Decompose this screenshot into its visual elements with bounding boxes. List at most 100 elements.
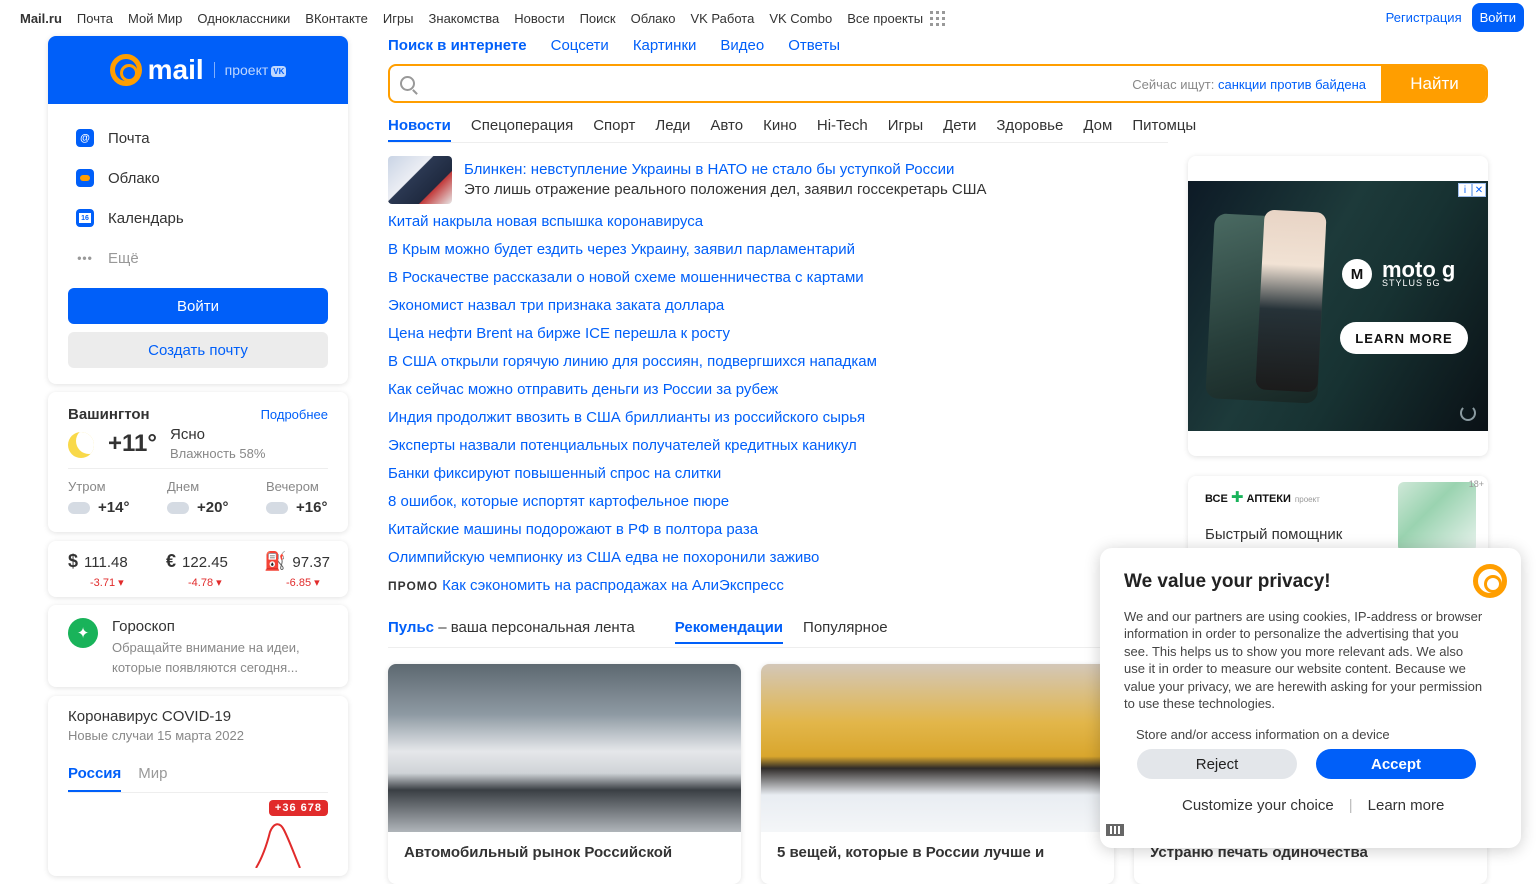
tab-recommendations[interactable]: Рекомендации: [674, 619, 784, 644]
logo-text: mail: [147, 54, 204, 85]
tab-social-search[interactable]: Соцсети: [551, 37, 609, 54]
news-item[interactable]: В Роскачестве рассказали о новой схеме м…: [388, 268, 877, 296]
moto-ad[interactable]: M moto g STYLUS 5G LEARN MORE i ✕: [1188, 156, 1488, 456]
weather-morning: Утром +14°: [68, 479, 129, 516]
search-button[interactable]: Найти: [1381, 66, 1486, 101]
rate-value: 122.45: [182, 554, 228, 571]
tab-image-search[interactable]: Картинки: [633, 37, 697, 54]
covid-new-cases-badge: +36 678: [268, 800, 328, 816]
top-news-title[interactable]: Блинкен: невступление Украины в НАТО не …: [464, 161, 954, 178]
news-item[interactable]: В США открыли горячую линию для россиян,…: [388, 352, 877, 380]
weather-humidity: Влажность 58%: [170, 446, 266, 461]
service-mail[interactable]: @ Почта: [76, 118, 348, 158]
search-trending-hint: Сейчас ищут: санкции против байдена: [1132, 77, 1366, 92]
partly-cloudy-icon: [68, 495, 92, 514]
nav-moy-mir[interactable]: Мой Мир: [128, 11, 182, 26]
news-tab[interactable]: Авто: [710, 117, 743, 142]
close-icon[interactable]: ✕: [1472, 183, 1486, 197]
learn-more-link[interactable]: Learn more: [1368, 797, 1445, 814]
service-label: Ещё: [108, 249, 139, 267]
apps-grid-icon[interactable]: [930, 10, 946, 26]
news-item[interactable]: Как сейчас можно отправить деньги из Рос…: [388, 380, 877, 408]
nav-poisk[interactable]: Поиск: [580, 11, 616, 26]
news-item[interactable]: 8 ошибок, которые испортят картофельное …: [388, 492, 877, 520]
moto-ad-banner[interactable]: M moto g STYLUS 5G LEARN MORE: [1188, 181, 1488, 431]
news-tab[interactable]: Леди: [655, 117, 690, 142]
news-item[interactable]: Эксперты назвали потенциальных получател…: [388, 436, 877, 464]
top-login-button[interactable]: Войти: [1471, 3, 1524, 32]
news-tab[interactable]: Hi-Tech: [817, 117, 868, 142]
news-item[interactable]: Индия продолжит ввозить в США бриллианты…: [388, 408, 877, 436]
calendar-icon: 16: [76, 209, 94, 227]
news-tab[interactable]: Кино: [763, 117, 797, 142]
tab-popular[interactable]: Популярное: [803, 619, 888, 642]
info-icon[interactable]: i: [1458, 183, 1472, 197]
tab-russia[interactable]: Россия: [68, 765, 122, 792]
at-logo-icon: [109, 54, 142, 86]
accept-button[interactable]: Accept: [1316, 749, 1476, 779]
news-tab[interactable]: Дети: [943, 117, 976, 142]
nav-mailru[interactable]: Mail.ru: [20, 11, 62, 26]
pulse-title[interactable]: Пульс – ваша персональная лента: [388, 619, 635, 636]
replay-icon[interactable]: [1460, 405, 1476, 421]
privacy-dialog: We value your privacy! We and our partne…: [1100, 548, 1521, 848]
news-tab[interactable]: Питомцы: [1132, 117, 1196, 142]
customize-link[interactable]: Customize your choice: [1182, 797, 1334, 814]
currency-rates[interactable]: $111.48 -3.71 ▾ €122.45 -4.78 ▾ ⛽ 97.37 -…: [48, 541, 348, 597]
learn-more-button[interactable]: LEARN MORE: [1340, 322, 1468, 354]
tab-answers-search[interactable]: Ответы: [788, 37, 840, 54]
feed-card[interactable]: Автомобильный рынок Российской: [388, 664, 741, 884]
tab-video-search[interactable]: Видео: [720, 37, 764, 54]
nav-all-projects[interactable]: Все проекты: [847, 11, 923, 26]
weather-widget[interactable]: Вашингтон Подробнее +11° Ясно Влажность …: [48, 392, 348, 532]
weather-divider: [68, 468, 328, 469]
nav-vkontakte[interactable]: ВКонтакте: [305, 11, 368, 26]
oil-icon: ⛽: [264, 551, 287, 571]
service-more[interactable]: ••• Ещё: [76, 238, 348, 278]
nav-vk-combo[interactable]: VK Combo: [769, 11, 832, 26]
service-cloud[interactable]: Облако: [76, 158, 348, 198]
mail-logo[interactable]: mail проект VK: [48, 36, 348, 104]
tab-web-search[interactable]: Поиск в интернете: [388, 37, 527, 54]
news-item[interactable]: Экономист назвал три признака заката дол…: [388, 296, 877, 324]
news-item[interactable]: Олимпийскую чемпионку из США едва не пох…: [388, 548, 877, 576]
nav-oblako[interactable]: Облако: [631, 11, 676, 26]
horoscope-widget[interactable]: ✦ Гороскоп Обращайте внимание на идеи, к…: [48, 605, 348, 687]
nav-odnoklassniki[interactable]: Одноклассники: [197, 11, 290, 26]
news-tab[interactable]: Здоровье: [996, 117, 1063, 142]
apteki-logo: ВСЕ ✚ АПТЕКИ проект: [1205, 489, 1320, 506]
nav-igry[interactable]: Игры: [383, 11, 414, 26]
reject-button[interactable]: Reject: [1137, 749, 1297, 779]
feed-card[interactable]: 5 вещей, которые в России лучше и: [761, 664, 1114, 884]
news-tab[interactable]: Спорт: [593, 117, 635, 142]
auth-links: Регистрация Войти: [1386, 3, 1524, 32]
register-link[interactable]: Регистрация: [1386, 10, 1462, 25]
service-calendar[interactable]: 16 Календарь: [76, 198, 348, 238]
news-item[interactable]: Банки фиксируют повышенный спрос на слит…: [388, 464, 877, 492]
nav-novosti[interactable]: Новости: [514, 11, 564, 26]
top-news-subtitle: Это лишь отражение реального положения д…: [464, 181, 987, 198]
news-item[interactable]: Китайские машины подорожают в РФ в полто…: [388, 520, 877, 548]
rate-change: -6.85 ▾: [286, 577, 320, 589]
login-button[interactable]: Войти: [68, 288, 328, 324]
nav-pochta[interactable]: Почта: [77, 11, 113, 26]
create-mail-button[interactable]: Создать почту: [68, 332, 328, 368]
news-tab[interactable]: Игры: [888, 117, 923, 142]
nav-znakomstva[interactable]: Знакомства: [429, 11, 500, 26]
trending-query-link[interactable]: санкции против байдена: [1218, 77, 1366, 92]
promo-news-item[interactable]: ПРОМО Как сэкономить на распродажах на Ал…: [388, 576, 877, 604]
weather-more-link[interactable]: Подробнее: [261, 407, 328, 422]
news-item[interactable]: Цена нефти Brent на бирже ICE перешла к …: [388, 324, 877, 352]
top-news-image[interactable]: [388, 156, 452, 204]
news-tab[interactable]: Дом: [1083, 117, 1112, 142]
news-tab[interactable]: Спецоперация: [471, 117, 573, 142]
news-item[interactable]: Китай накрыла новая вспышка коронавируса: [388, 212, 877, 240]
weather-part-label: Утром: [68, 479, 106, 494]
news-tab[interactable]: Новости: [388, 117, 451, 142]
promo-label: ПРОМО: [388, 579, 439, 593]
tab-world[interactable]: Мир: [138, 765, 167, 792]
nav-vk-rabota[interactable]: VK Работа: [690, 11, 754, 26]
partly-cloudy-icon: [167, 495, 191, 514]
news-item[interactable]: В Крым можно будет ездить через Украину,…: [388, 240, 877, 268]
promo-link[interactable]: Как сэкономить на распродажах на АлиЭксп…: [442, 577, 784, 594]
